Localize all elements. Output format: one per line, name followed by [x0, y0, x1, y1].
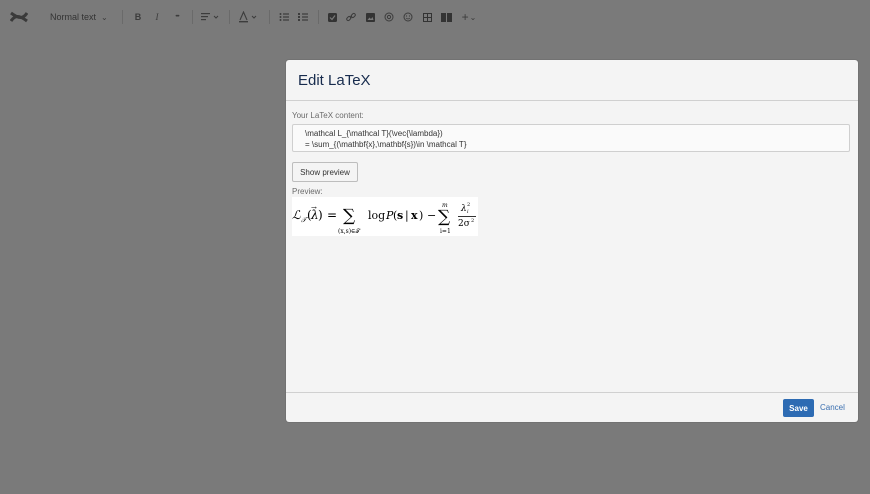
- layout-button[interactable]: [440, 10, 452, 24]
- text-style-label: Normal text: [50, 12, 97, 22]
- svg-text:i=1: i=1: [440, 228, 451, 235]
- latex-line: \mathcal L_{\mathcal T}(\vec{\lambda}): [305, 129, 443, 138]
- emoji-icon: [403, 12, 413, 22]
- columns-layout-icon: [440, 12, 452, 22]
- image-icon: [365, 12, 375, 22]
- svg-text:log: log: [368, 209, 385, 222]
- svg-text:ℒ: ℒ: [292, 208, 301, 222]
- bold-button[interactable]: B: [133, 10, 143, 24]
- toolbar-divider: [192, 10, 193, 24]
- chevron-down-icon: ⌄: [101, 12, 108, 22]
- italic-button[interactable]: I: [152, 10, 162, 24]
- dialog-header: Edit LaTeX: [286, 60, 858, 101]
- svg-text:2: 2: [467, 202, 470, 208]
- editor-toolbar: Normal text ⌄ B I ••• + ⌄: [0, 0, 870, 34]
- link-button[interactable]: [345, 10, 357, 24]
- latex-preview-image: ℒ 𝒯 ( λ → ) = ∑ (x,s)∈𝒯 log P ( s | x ) …: [292, 197, 478, 236]
- link-icon: [346, 12, 356, 22]
- numbered-list-button[interactable]: [297, 10, 309, 24]
- table-icon: [422, 12, 432, 22]
- bullet-list-button[interactable]: [278, 10, 290, 24]
- dialog-footer: Save Cancel: [286, 392, 858, 423]
- toolbar-divider: [269, 10, 270, 24]
- svg-text:): ): [318, 208, 323, 222]
- rendered-formula-image: ℒ 𝒯 ( λ → ) = ∑ (x,s)∈𝒯 log P ( s | x ) …: [292, 202, 476, 235]
- image-button[interactable]: [364, 10, 376, 24]
- insert-more-button[interactable]: + ⌄: [460, 10, 478, 24]
- latex-input[interactable]: \mathcal L_{\mathcal T}(\vec{\lambda}) =…: [292, 124, 850, 152]
- latex-content-label: Your LaTeX content:: [292, 111, 364, 120]
- svg-text:∑: ∑: [343, 206, 355, 226]
- toolbar-divider: [229, 10, 230, 24]
- svg-text:→: →: [311, 204, 317, 212]
- cancel-button[interactable]: Cancel: [820, 403, 845, 412]
- edit-latex-dialog: Edit LaTeX Your LaTeX content: \mathcal …: [286, 60, 858, 422]
- confluence-logo-icon: [10, 11, 28, 23]
- emoji-button[interactable]: [402, 10, 414, 24]
- save-button[interactable]: Save: [783, 399, 814, 417]
- latex-line: = \sum_{(\mathbf{x},\mathbf{s})\in \math…: [305, 140, 467, 149]
- text-color-icon: [239, 11, 257, 23]
- svg-text:2: 2: [471, 218, 474, 224]
- svg-text:=: =: [327, 208, 337, 222]
- checkbox-icon: [327, 12, 337, 22]
- dialog-title: Edit LaTeX: [298, 72, 371, 89]
- svg-text:s: s: [397, 209, 403, 222]
- chevron-down-icon: ⌄: [469, 12, 477, 22]
- toolbar-divider: [318, 10, 319, 24]
- svg-text:λ: λ: [460, 204, 467, 214]
- plus-icon: +: [461, 10, 469, 24]
- align-left-icon: [201, 13, 219, 21]
- svg-text:−: −: [427, 209, 436, 222]
- text-style-dropdown[interactable]: Normal text ⌄: [50, 10, 110, 24]
- svg-text:x: x: [411, 209, 418, 222]
- preview-label: Preview:: [292, 187, 323, 196]
- task-button[interactable]: [326, 10, 338, 24]
- svg-text:2σ: 2σ: [458, 219, 470, 229]
- mention-button[interactable]: [383, 10, 395, 24]
- bullet-list-icon: [279, 13, 289, 21]
- svg-text:|: |: [405, 209, 409, 223]
- show-preview-button[interactable]: Show preview: [292, 162, 358, 182]
- mention-icon: [384, 12, 394, 22]
- table-button[interactable]: [421, 10, 433, 24]
- svg-text:i: i: [467, 209, 469, 215]
- numbered-list-icon: [298, 13, 308, 21]
- toolbar-divider: [122, 10, 123, 24]
- text-color-button[interactable]: [239, 10, 259, 24]
- svg-text:∑: ∑: [438, 207, 450, 227]
- alignment-button[interactable]: [200, 10, 220, 24]
- more-formatting-button[interactable]: •••: [170, 10, 184, 24]
- svg-text:(x,s)∈𝒯: (x,s)∈𝒯: [338, 228, 361, 235]
- svg-text:): ): [419, 209, 423, 222]
